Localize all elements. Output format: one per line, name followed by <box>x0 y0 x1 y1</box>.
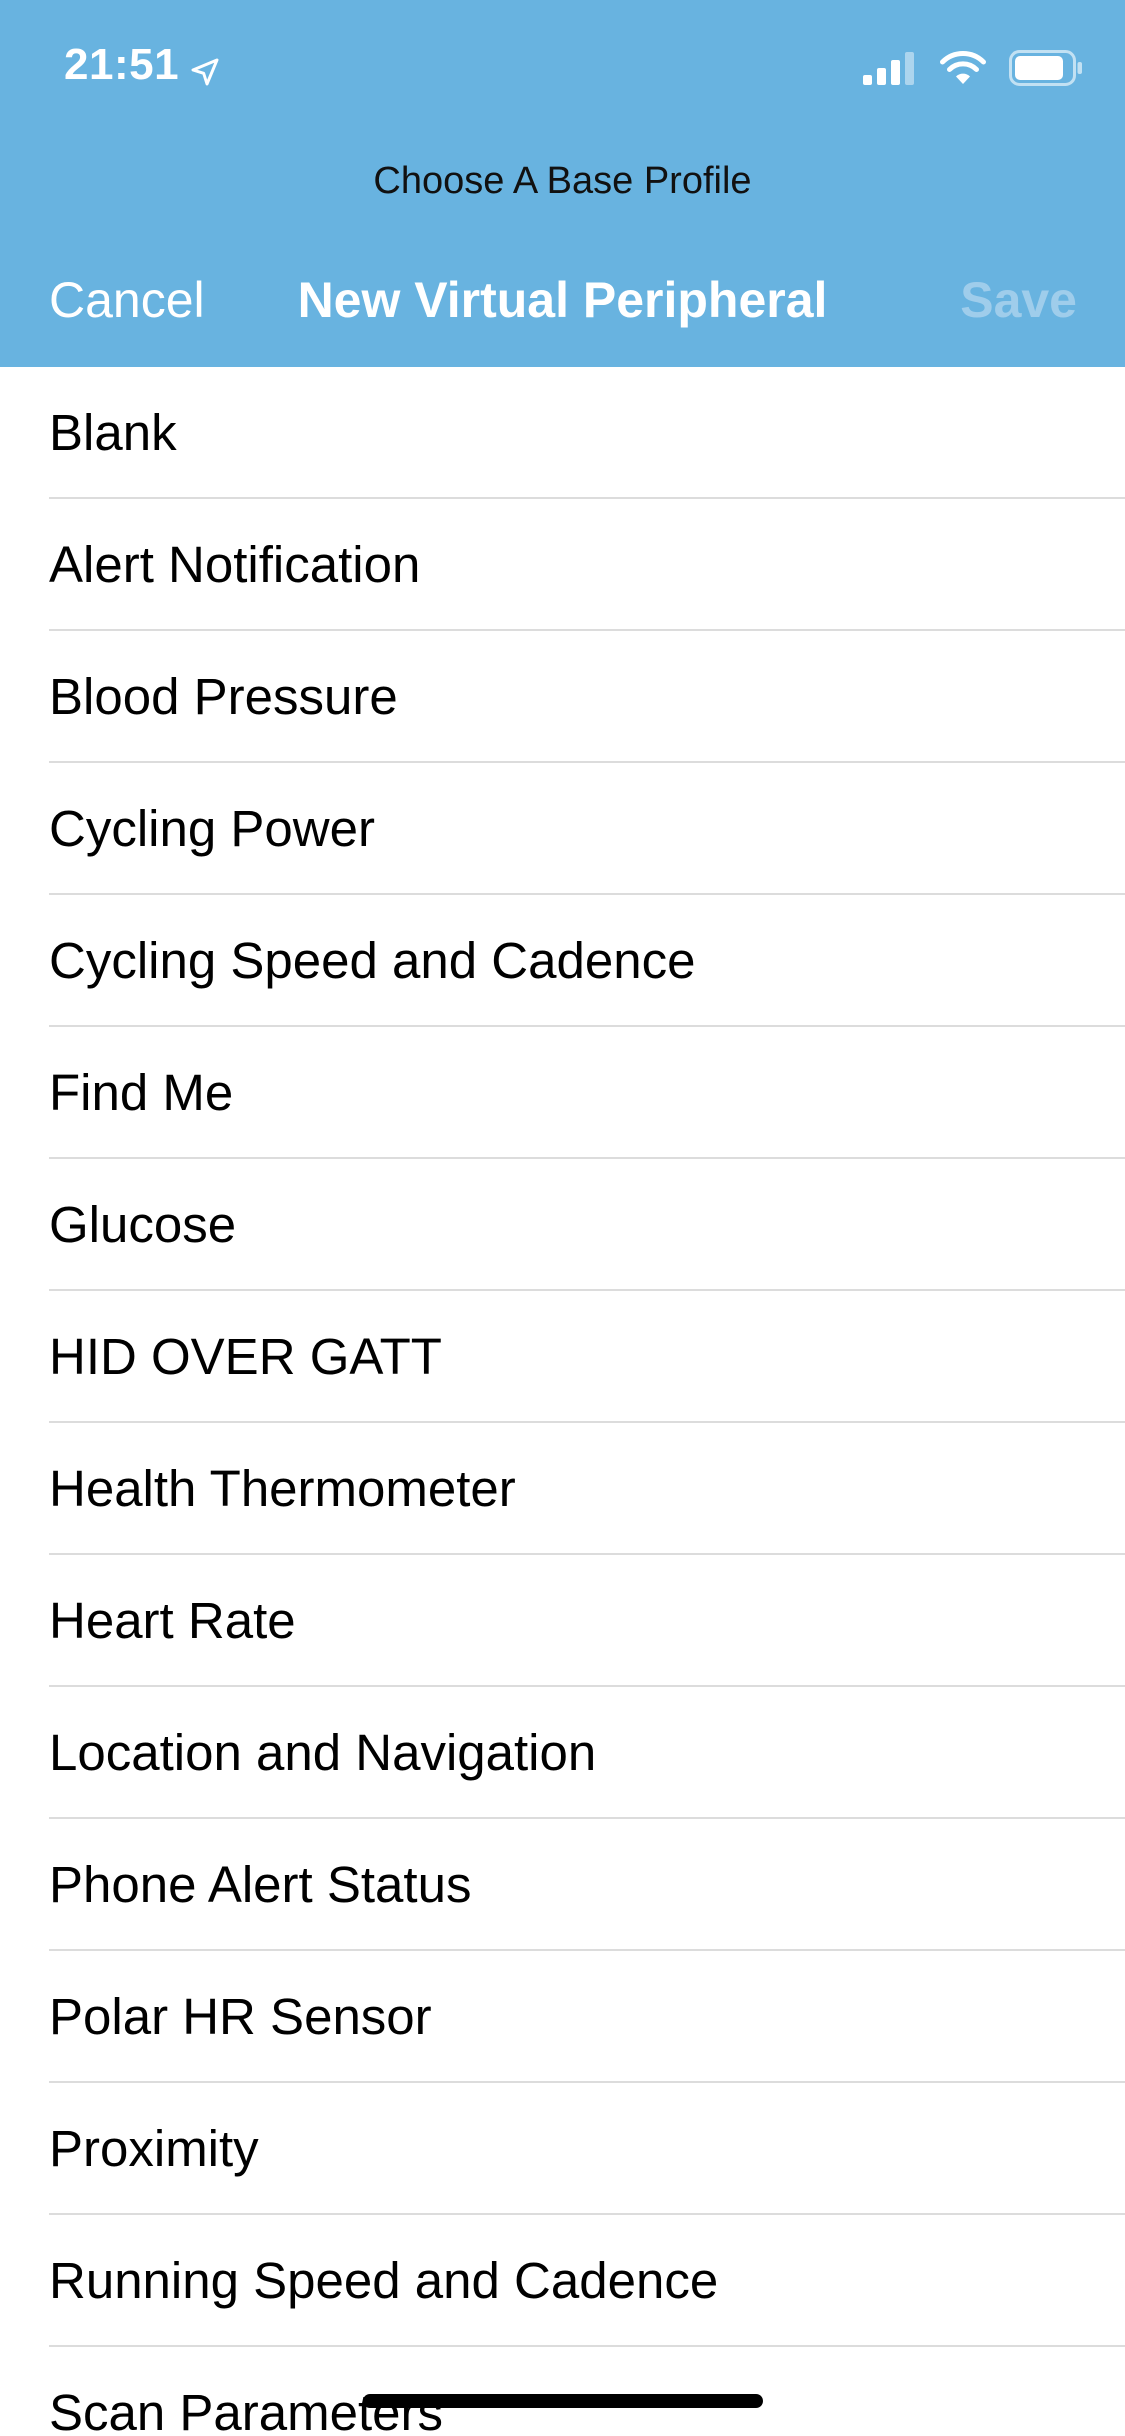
list-item[interactable]: Health Thermometer <box>0 1423 1125 1555</box>
status-time: 21:51 <box>64 40 180 89</box>
nav-prompt: Choose A Base Profile <box>373 160 752 202</box>
status-time-group: 21:51 <box>64 40 221 90</box>
list-item[interactable]: Cycling Power <box>0 763 1125 895</box>
list-item-label: Glucose <box>49 1196 237 1253</box>
list-item-label: Cycling Power <box>49 800 375 857</box>
list-item-label: Phone Alert Status <box>49 1856 472 1913</box>
list-item-label: Running Speed and Cadence <box>49 2252 719 2309</box>
cancel-button[interactable]: Cancel <box>49 268 205 332</box>
home-indicator[interactable] <box>363 2394 763 2408</box>
list-item-label: Polar HR Sensor <box>49 1988 432 2045</box>
list-item-label: Proximity <box>49 2120 259 2177</box>
wifi-icon <box>939 50 987 91</box>
battery-icon <box>1009 50 1083 91</box>
list-item-label: Find Me <box>49 1064 234 1121</box>
list-item-label: Blood Pressure <box>49 668 398 725</box>
list-item[interactable]: Location and Navigation <box>0 1687 1125 1819</box>
cellular-signal-icon <box>863 51 917 90</box>
list-item[interactable]: Running Speed and Cadence <box>0 2215 1125 2347</box>
list-item[interactable]: Polar HR Sensor <box>0 1951 1125 2083</box>
profile-list: Blank Alert Notification Blood Pressure … <box>0 367 1125 2436</box>
list-item[interactable]: Blank <box>0 367 1125 499</box>
list-item-label: Scan Parameters <box>49 2384 444 2436</box>
list-item[interactable]: Find Me <box>0 1027 1125 1159</box>
status-icons <box>863 50 1083 91</box>
list-item-label: Location and Navigation <box>49 1724 597 1781</box>
list-item[interactable]: Glucose <box>0 1159 1125 1291</box>
list-item-label: Blank <box>49 404 177 461</box>
list-item-label: Cycling Speed and Cadence <box>49 932 696 989</box>
list-item-label: Health Thermometer <box>49 1460 516 1517</box>
list-item-label: Alert Notification <box>49 536 421 593</box>
list-item[interactable]: HID OVER GATT <box>0 1291 1125 1423</box>
header: 21:51 Choose A Base Profile New Virtual … <box>0 0 1125 367</box>
status-bar: 21:51 <box>0 0 1125 140</box>
list-item[interactable]: Alert Notification <box>0 499 1125 631</box>
list-item-label: Heart Rate <box>49 1592 296 1649</box>
list-item[interactable]: Proximity <box>0 2083 1125 2215</box>
list-item[interactable]: Phone Alert Status <box>0 1819 1125 1951</box>
list-item[interactable]: Blood Pressure <box>0 631 1125 763</box>
screen: 21:51 Choose A Base Profile New Virtual … <box>0 0 1125 2436</box>
list-item[interactable]: Scan Parameters <box>0 2347 1125 2436</box>
location-arrow-icon <box>189 49 221 86</box>
save-button[interactable]: Save <box>960 268 1077 332</box>
list-item[interactable]: Heart Rate <box>0 1555 1125 1687</box>
list-item-label: HID OVER GATT <box>49 1328 442 1385</box>
nav-bar: New Virtual Peripheral Cancel Save <box>0 268 1125 332</box>
list-item[interactable]: Cycling Speed and Cadence <box>0 895 1125 1027</box>
